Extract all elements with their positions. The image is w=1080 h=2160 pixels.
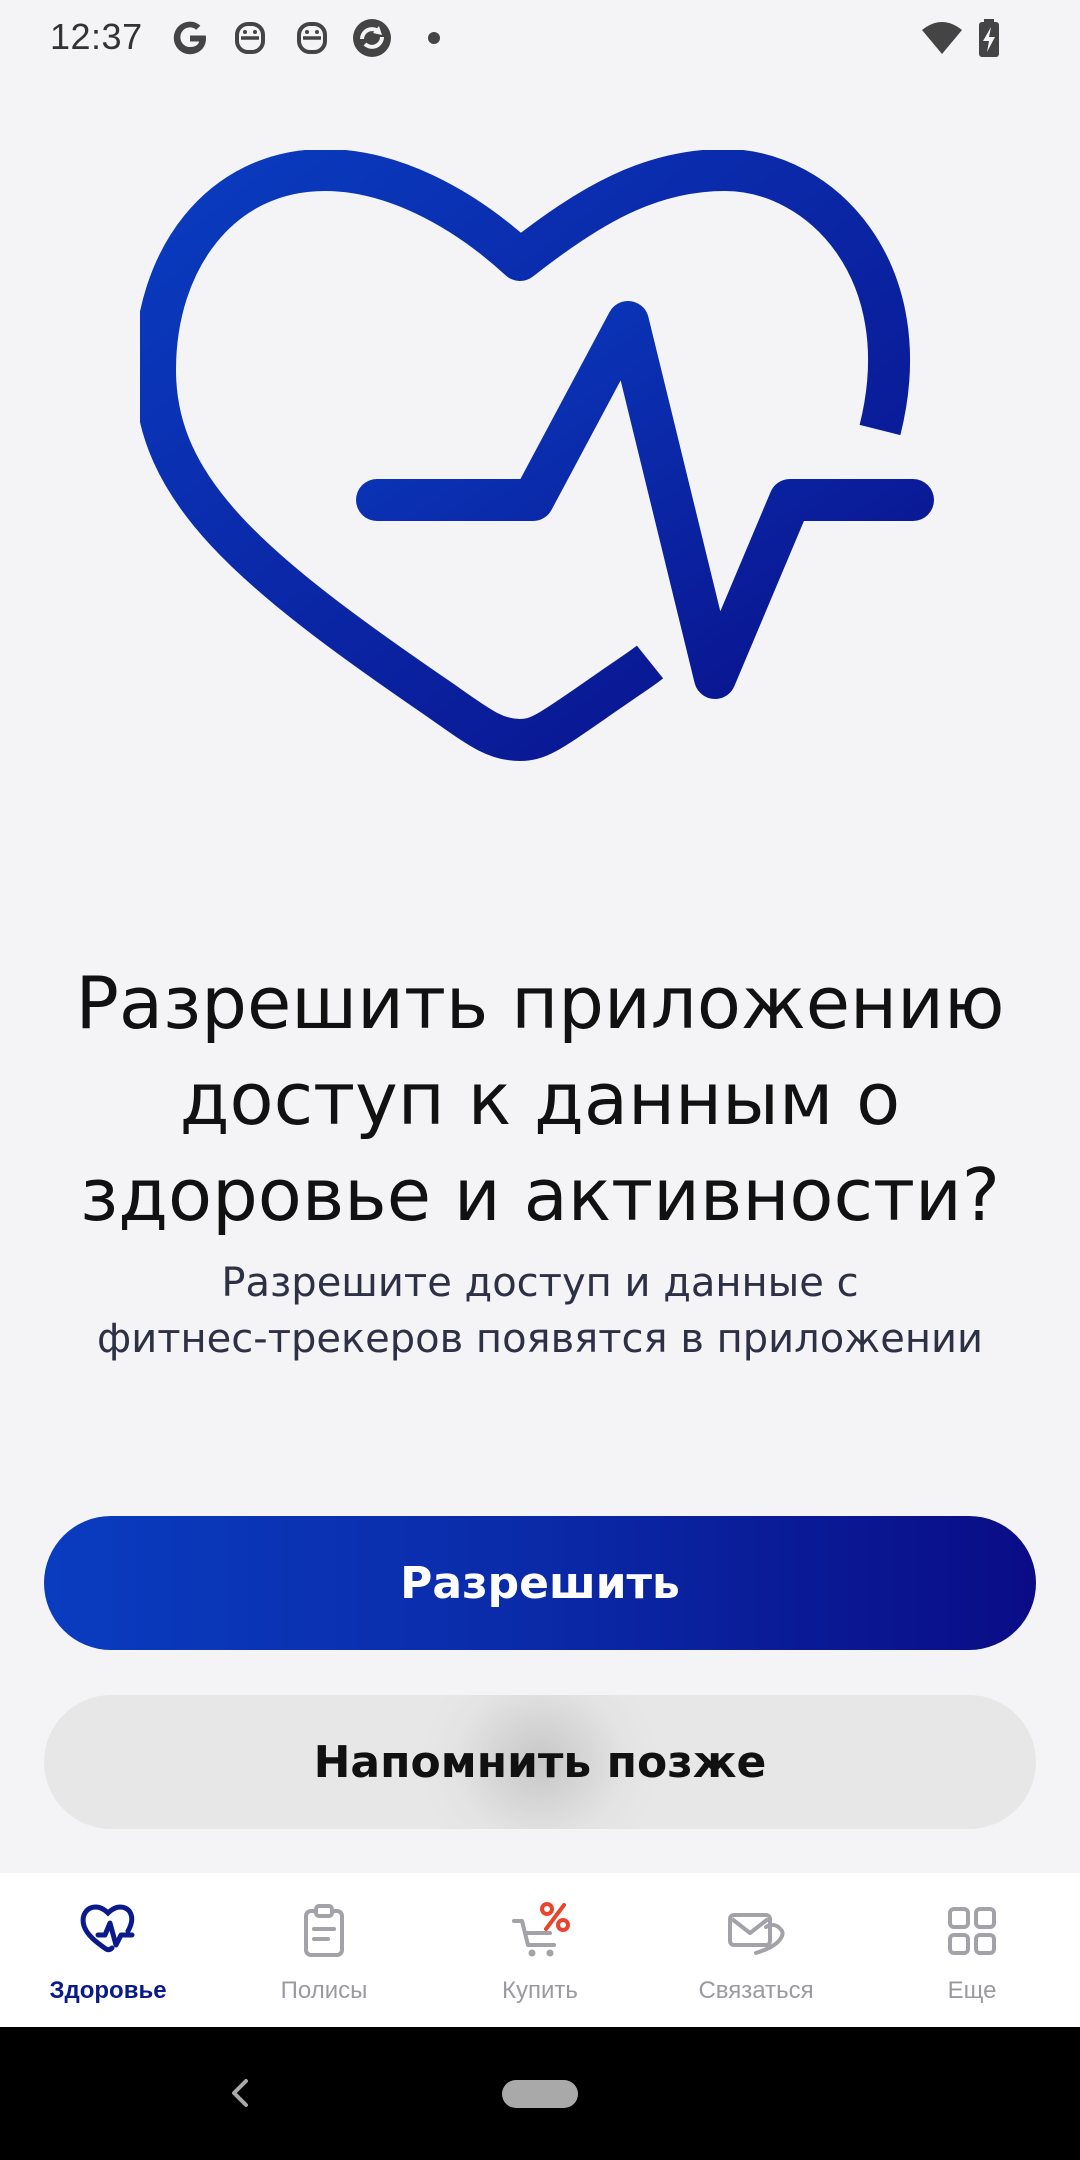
tab-policies-label: Полисы [280, 1977, 368, 2004]
robot-icon [235, 22, 265, 54]
heart-outline [140, 150, 910, 761]
allow-button[interactable]: Разрешить [44, 1516, 1036, 1650]
robot-icon [297, 22, 327, 54]
tab-health[interactable]: Здоровье [0, 1873, 216, 2027]
remind-later-button[interactable]: Напомнить позже [44, 1695, 1036, 1829]
allow-button-label: Разрешить [400, 1557, 680, 1609]
title-line-3: здоровье и активности? [79, 1153, 1001, 1237]
dot-icon [428, 32, 440, 44]
subtitle-line-1: Разрешите доступ и данные с [221, 1260, 859, 1306]
back-icon[interactable] [220, 2071, 260, 2115]
bottom-tab-bar: Здоровье Полисы Купить Связаться Еще [0, 1873, 1080, 2027]
status-time: 12:37 [50, 16, 143, 57]
heart-pulse-icon [80, 1904, 135, 1953]
google-icon [173, 21, 206, 55]
clipboard-icon [304, 1904, 344, 1957]
subtitle-line-2: фитнес-трекеров появятся в приложении [97, 1316, 983, 1362]
permission-subtitle: Разрешите доступ и данные с фитнес-треке… [40, 1255, 1040, 1367]
envelope-phone-icon [728, 1913, 785, 1955]
home-pill[interactable] [502, 2080, 578, 2108]
title-line-1: Разрешить приложению [75, 961, 1005, 1045]
pulse-line [356, 301, 934, 699]
wifi-icon [922, 22, 962, 54]
heart-pulse-illustration [140, 150, 934, 761]
sync-icon [353, 19, 391, 57]
grid-icon [948, 1907, 996, 1955]
permission-title: Разрешить приложению доступ к данным о з… [40, 955, 1040, 1243]
tab-contact-label: Связаться [698, 1977, 814, 2004]
system-navigation-bar [0, 2027, 1080, 2160]
tab-more[interactable]: Еще [864, 1873, 1080, 2027]
title-line-2: доступ к данным о [179, 1057, 901, 1141]
battery-charging-icon [979, 19, 999, 57]
tab-buy-label: Купить [502, 1977, 578, 2004]
tab-health-label: Здоровье [49, 1977, 167, 2004]
tab-contact[interactable]: Связаться [648, 1873, 864, 2027]
cart-percent-icon [512, 1902, 570, 1957]
remind-later-button-label: Напомнить позже [313, 1736, 767, 1788]
tab-more-label: Еще [947, 1977, 997, 2004]
tab-buy[interactable]: Купить [432, 1873, 648, 2027]
status-bar: 12:37 [0, 0, 1080, 78]
tab-policies[interactable]: Полисы [216, 1873, 432, 2027]
